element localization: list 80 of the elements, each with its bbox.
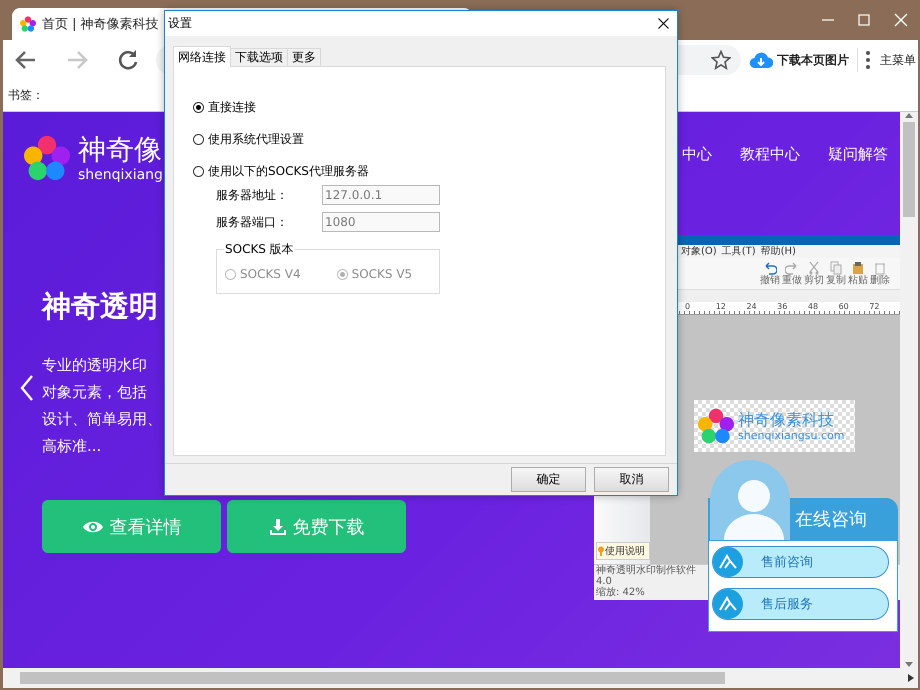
app-toolbar-button[interactable]: 撤销: [760, 261, 780, 286]
description-line: 专业的透明水印: [42, 355, 147, 376]
watermark-domain: shenqixiangsu.com: [738, 429, 844, 442]
ruler-label: 24: [746, 302, 758, 313]
dialog-title: 设置: [168, 15, 192, 32]
watermark-name: 神奇像素科技: [738, 410, 835, 429]
download-icon: [268, 518, 286, 536]
status-text: 神奇透明水印制作软件 4.0: [596, 565, 697, 587]
cloud-download-icon: [749, 51, 773, 69]
flower-logo-icon: [20, 16, 36, 32]
ruler-label: 60: [838, 302, 850, 313]
copy-icon: [829, 261, 843, 275]
description-line: 对象元素，包括: [42, 382, 147, 403]
scissors-icon: [807, 261, 821, 275]
radio-label: SOCKS V4: [240, 267, 301, 281]
group-title: SOCKS 版本: [224, 241, 295, 258]
radio-label: SOCKS V5: [352, 267, 412, 281]
app-menu-item[interactable]: 工具(T): [720, 245, 757, 258]
status-text: 缩放: 42%: [596, 587, 646, 598]
ruler-label: 0: [685, 302, 692, 313]
tab[interactable]: 网络连接: [173, 46, 231, 67]
hero-title: 神奇透明: [42, 288, 158, 325]
description-line: 高标准...: [42, 436, 102, 457]
horizontal-scrollbar[interactable]: [3, 668, 918, 688]
app-toolbar-button[interactable]: 粘贴: [848, 261, 868, 286]
consult-button[interactable]: 售后服务: [712, 588, 889, 620]
field-label: 服务器端口：: [216, 214, 289, 230]
nav-link[interactable]: 中心: [682, 145, 712, 164]
ruler-label: 48: [808, 302, 820, 313]
field-label: 服务器地址：: [216, 186, 289, 204]
flower-logo-icon: [698, 408, 734, 444]
eye-icon: [82, 520, 104, 534]
radio-button[interactable]: [193, 102, 204, 112]
ruler-label: 12: [716, 302, 727, 313]
scroll-right-icon[interactable]: [908, 674, 914, 682]
star-icon[interactable]: [711, 50, 731, 70]
clipboard-icon: [851, 261, 865, 275]
nav-link[interactable]: 教程中心: [740, 145, 800, 164]
flower-logo-icon: [24, 135, 70, 181]
ruler-label: 72: [869, 302, 880, 313]
logo-domain: shenqixiang: [78, 167, 163, 183]
download-images-button[interactable]: 下载本页图片: [749, 51, 849, 69]
tab-title: 首页 | 神奇像素科技: [42, 16, 159, 33]
main-menu-button[interactable]: 主菜单: [866, 51, 916, 69]
maximize-icon[interactable]: [858, 14, 870, 26]
redo-icon: [785, 261, 799, 275]
radio-label: 使用以下的SOCKS代理服务器: [208, 162, 369, 180]
radio-button[interactable]: [193, 134, 204, 144]
lightbulb-icon: [598, 546, 604, 556]
tab[interactable]: 下载选项: [230, 48, 288, 66]
dialog-button[interactable]: 确定: [511, 467, 586, 492]
description-line: 设计、简单易用、: [42, 409, 162, 430]
dialog-button[interactable]: 取消: [594, 467, 669, 492]
chevron-left-icon[interactable]: [20, 375, 34, 401]
chat-title: 在线咨询: [795, 508, 867, 531]
scrollbar-thumb[interactable]: [903, 122, 915, 217]
consult-button[interactable]: 售前咨询: [712, 546, 889, 578]
help-button[interactable]: 使用说明: [596, 542, 650, 560]
vertical-scrollbar[interactable]: [900, 112, 918, 668]
app-toolbar-button[interactable]: 剪切: [804, 261, 824, 286]
reload-icon[interactable]: [116, 48, 140, 72]
app-toolbar-button[interactable]: 重做: [782, 261, 802, 286]
tab[interactable]: 更多: [287, 48, 321, 66]
app-menu-item[interactable]: 帮助(H): [760, 245, 797, 258]
nav-link[interactable]: 疑问解答: [828, 145, 888, 164]
app-toolbar-button[interactable]: 复制: [826, 261, 846, 286]
undo-icon: [763, 261, 777, 275]
radio-button[interactable]: [193, 166, 204, 176]
close-icon[interactable]: [658, 18, 669, 29]
radio-label: 直接连接: [208, 98, 256, 116]
app-toolbar-button[interactable]: 删除: [870, 261, 890, 286]
scrollbar-thumb[interactable]: [20, 672, 725, 684]
mountain-icon: [713, 547, 743, 577]
ruler-label: 36: [777, 302, 788, 313]
mountain-icon: [713, 589, 743, 619]
kebab-menu-icon: [866, 51, 870, 69]
bookmarks-label: 书签：: [8, 87, 44, 104]
logo-name: 神奇像: [78, 133, 163, 167]
radio-label: 使用系统代理设置: [208, 130, 304, 148]
app-menu-item[interactable]: 对象(O): [680, 245, 718, 258]
